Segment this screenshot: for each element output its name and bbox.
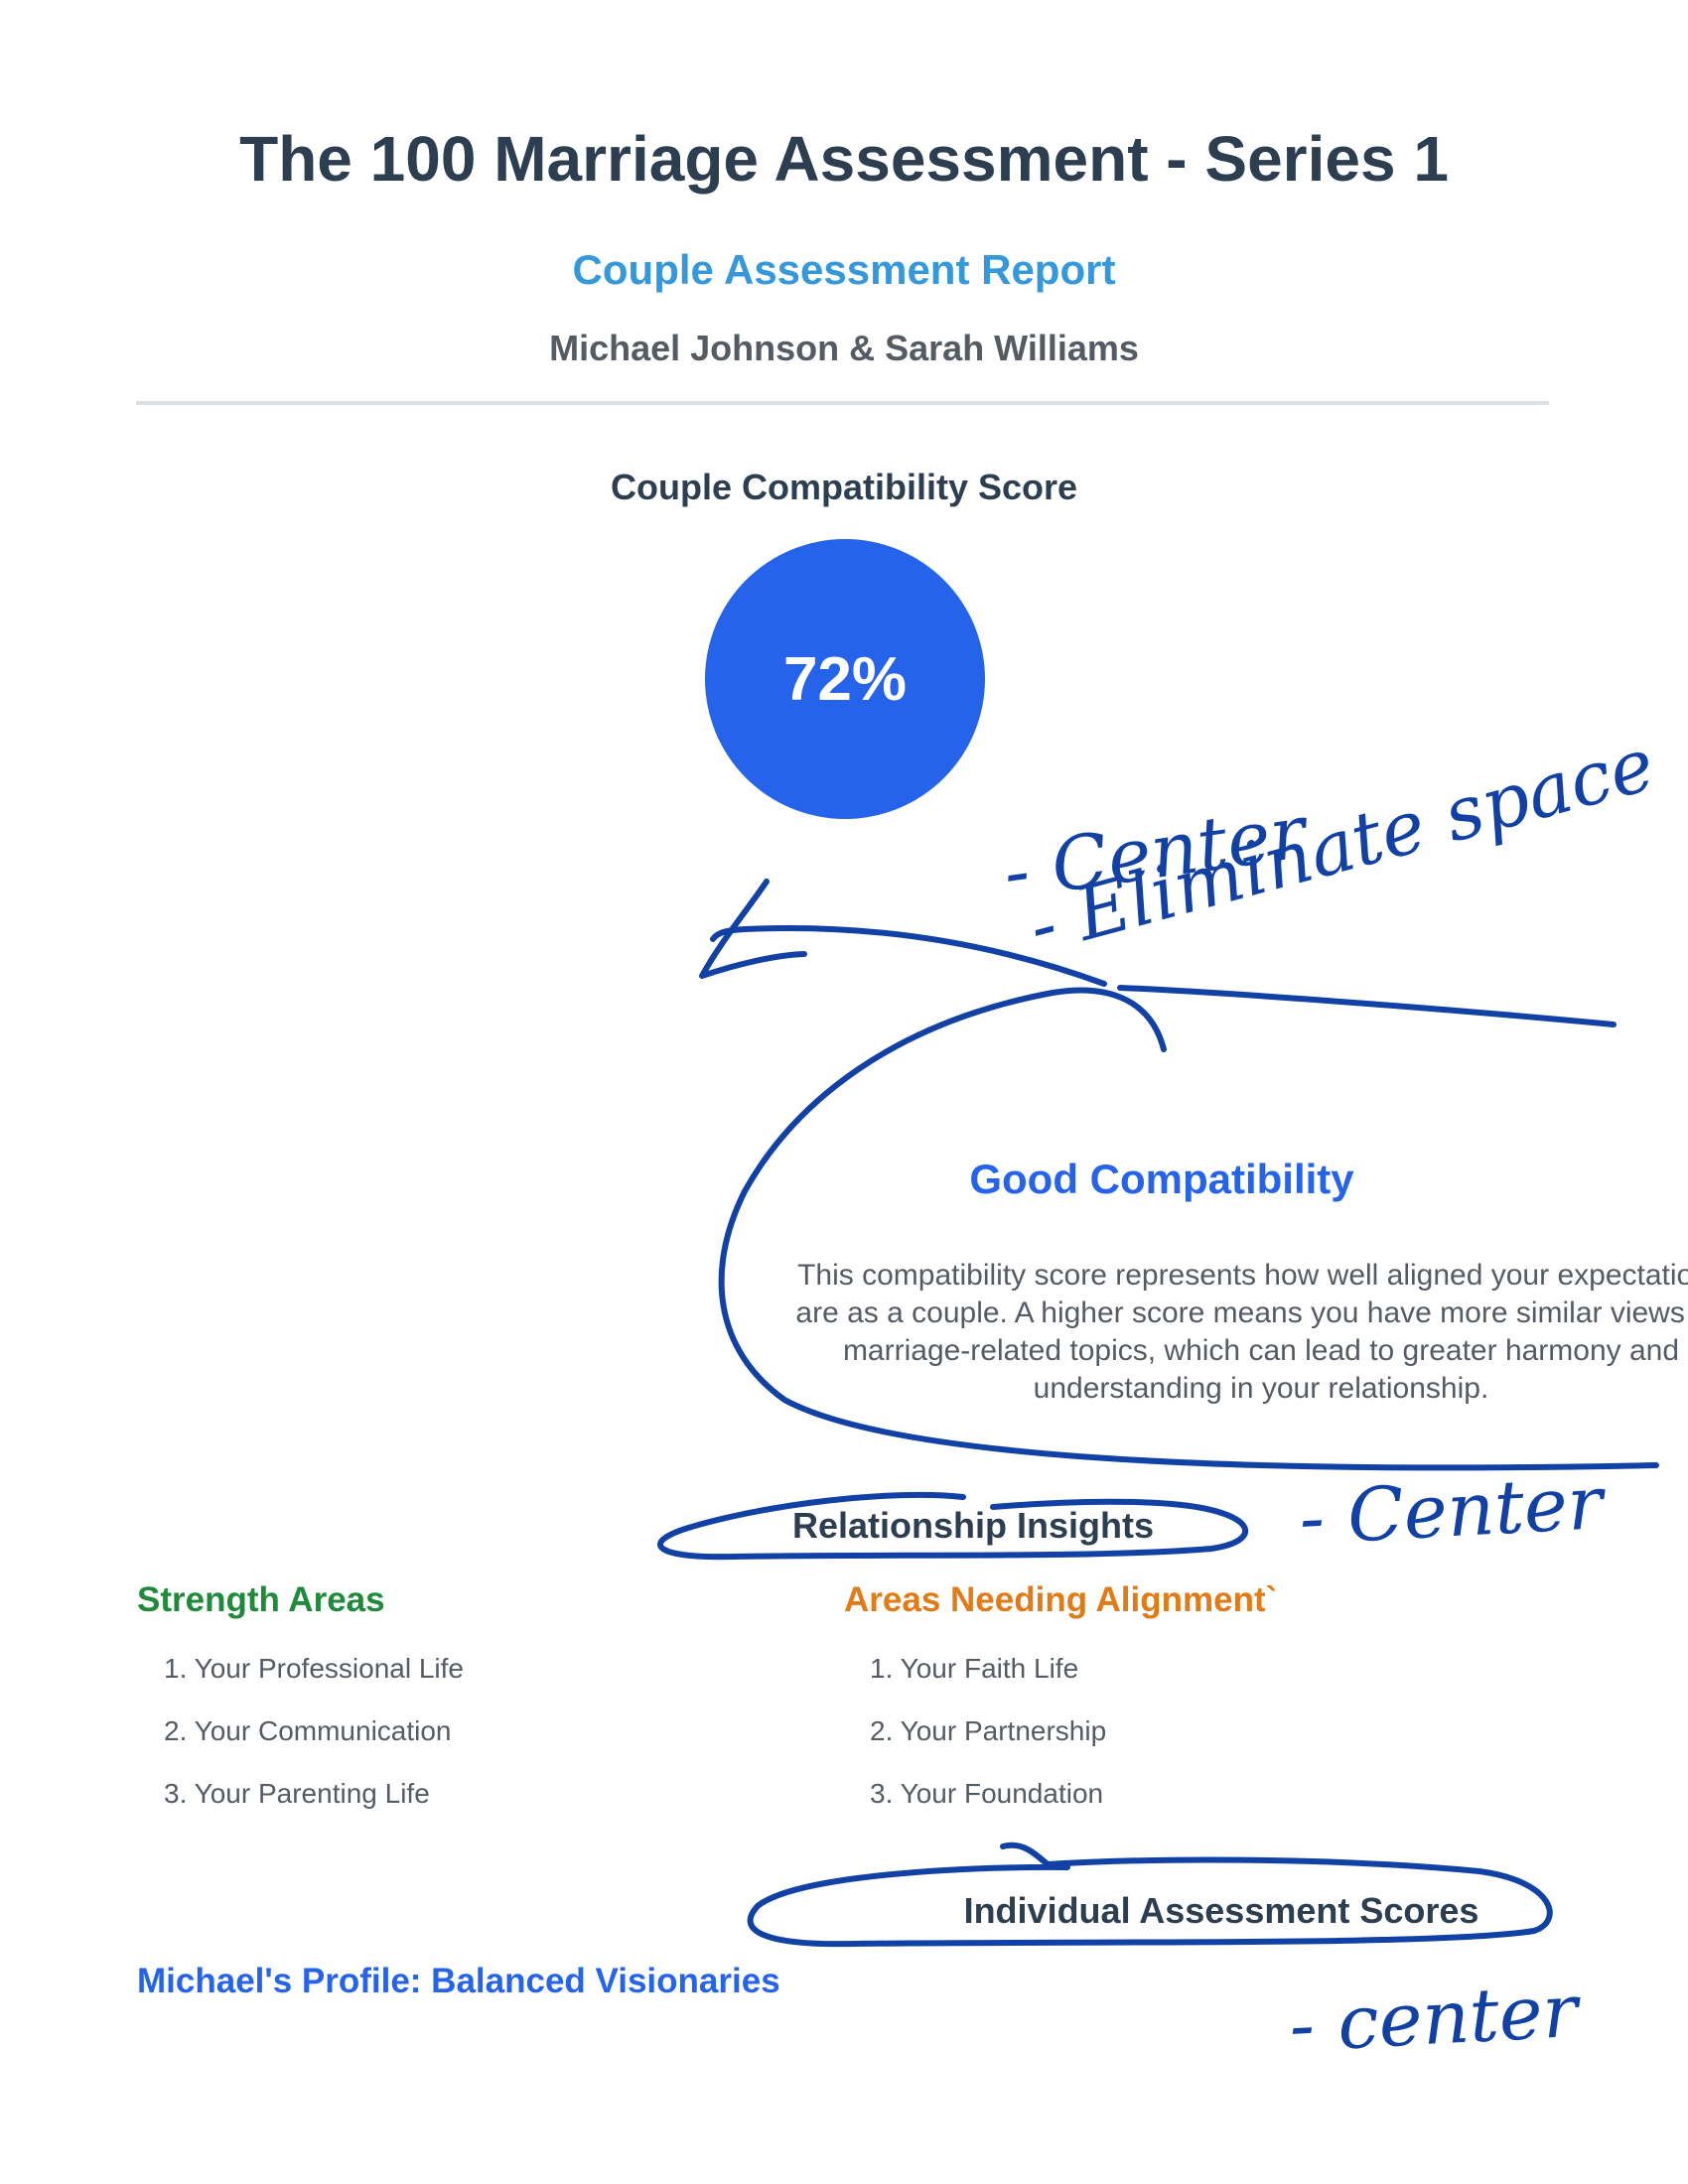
compatibility-score-circle: 72%	[705, 539, 985, 819]
annotation-note-eliminate: - Eliminate space	[1020, 722, 1662, 971]
alignment-areas-heading: Areas Needing Alignment`	[844, 1580, 1278, 1619]
list-item: 2. Your Partnership	[870, 1715, 1107, 1746]
report-title: The 100 Marriage Assessment - Series 1	[239, 123, 1449, 195]
annotation-loop-tail	[1117, 985, 1617, 1027]
list-item: 2. Your Communication	[164, 1715, 452, 1746]
relationship-insights-heading: Relationship Insights	[791, 1505, 1155, 1546]
list-item: 3. Your Parenting Life	[164, 1778, 430, 1809]
michael-profile-heading: Michael's Profile: Balanced Visionaries	[137, 1962, 780, 2000]
annotation-note-center-3: - center	[1287, 1969, 1584, 2069]
annotation-arrow-head	[699, 879, 807, 979]
list-item: 3. Your Foundation	[870, 1778, 1104, 1809]
alignment-areas-list: 1. Your Faith Life 2. Your Partnership 3…	[870, 1652, 1106, 1840]
compatibility-score-value: 72%	[782, 644, 908, 714]
annotation-arrow-shaft	[710, 924, 1107, 987]
strength-areas-list: 1. Your Professional Life 2. Your Commun…	[164, 1652, 464, 1840]
individual-scores-heading: Individual Assessment Scores	[963, 1890, 1479, 1931]
header-divider	[136, 401, 1549, 405]
compatibility-label: Good Compatibility	[969, 1156, 1354, 1202]
report-subtitle: Couple Assessment Report	[572, 246, 1116, 293]
couple-names: Michael Johnson & Sarah Williams	[549, 328, 1139, 368]
annotation-note-center-1: - Center	[999, 789, 1316, 916]
compatibility-description: This compatibility score represents how …	[795, 1259, 1688, 1405]
strength-areas-heading: Strength Areas	[137, 1580, 385, 1619]
annotation-note-center-2: - Center	[1297, 1460, 1609, 1562]
list-item: 1. Your Faith Life	[870, 1653, 1079, 1684]
compatibility-score-heading: Couple Compatibility Score	[610, 467, 1078, 507]
list-item: 1. Your Professional Life	[164, 1653, 464, 1684]
